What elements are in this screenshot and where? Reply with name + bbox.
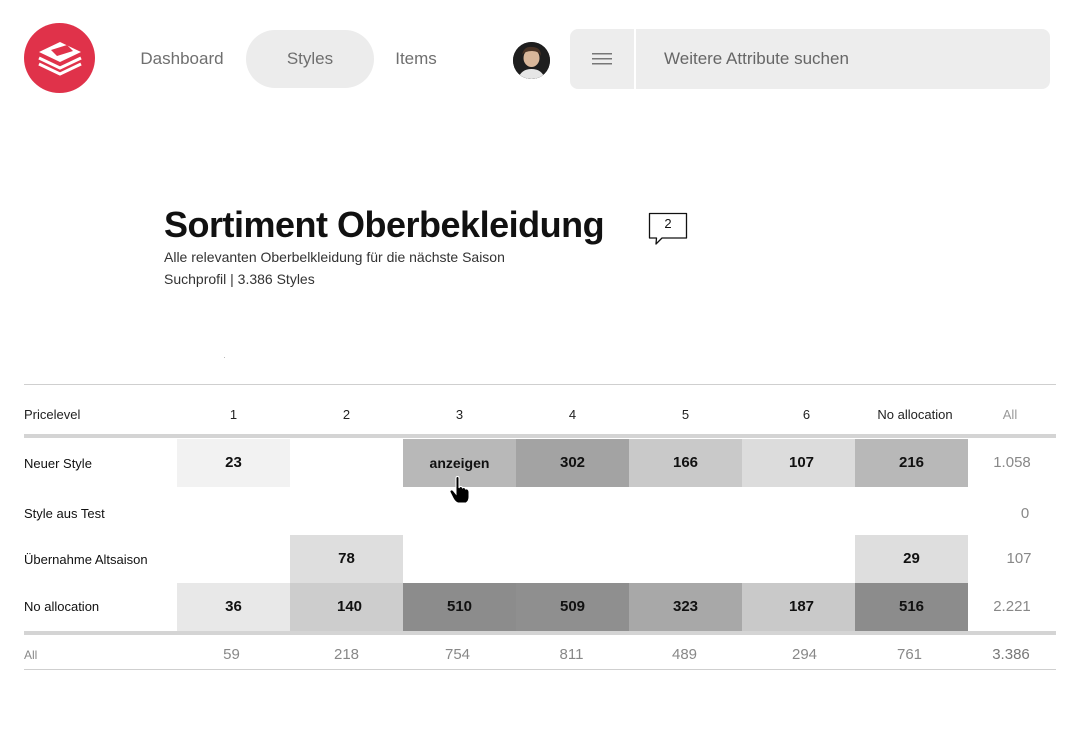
table-cell[interactable]: 516 <box>855 583 968 631</box>
column-total: 294 <box>791 646 818 663</box>
layers-logo-icon <box>37 42 82 76</box>
divider-dot <box>224 357 225 358</box>
search-input[interactable] <box>638 29 1048 89</box>
table-header-divider <box>24 434 1056 438</box>
row-total: 107 <box>1006 550 1032 567</box>
search-bar <box>570 29 1050 89</box>
column-header-3[interactable]: 3 <box>403 405 516 425</box>
nav-styles[interactable]: Styles <box>246 30 374 88</box>
table-cell[interactable]: 216 <box>855 439 968 487</box>
table-cell[interactable]: 323 <box>629 583 742 631</box>
table-rule-top <box>24 384 1056 385</box>
column-header-all: All <box>1002 407 1018 422</box>
row-label-uebernahme-altsaison: Übernahme Altsaison <box>24 552 148 567</box>
column-header-1[interactable]: 1 <box>177 405 290 425</box>
table-cell[interactable] <box>290 439 403 487</box>
row-label-neuer-style: Neuer Style <box>24 456 92 471</box>
table-cell[interactable]: 23 <box>177 439 290 487</box>
table-footer-divider <box>24 631 1056 635</box>
user-avatar[interactable] <box>513 42 550 79</box>
comment-badge[interactable]: 2 <box>648 212 688 246</box>
grand-total: 3.386 <box>992 646 1030 663</box>
table-cell[interactable]: 78 <box>290 535 403 583</box>
table-rule-bottom <box>24 669 1056 670</box>
search-profile-info: Suchprofil | 3.386 Styles <box>164 271 315 287</box>
column-header-4[interactable]: 4 <box>516 405 629 425</box>
show-button-cell[interactable]: anzeigen <box>403 439 516 487</box>
table-cell[interactable]: 140 <box>290 583 403 631</box>
table-cell[interactable]: 166 <box>629 439 742 487</box>
table-cell[interactable]: 107 <box>742 439 855 487</box>
page-title: Sortiment Oberbekleidung <box>164 204 605 245</box>
row-total: 0 <box>1020 505 1030 522</box>
nav-items[interactable]: Items <box>388 30 444 88</box>
column-total: 489 <box>671 646 698 663</box>
nav-dashboard[interactable]: Dashboard <box>132 30 232 88</box>
app-logo[interactable] <box>24 23 95 93</box>
comment-count: 2 <box>664 216 672 231</box>
column-total: 754 <box>444 646 471 663</box>
column-total: 218 <box>333 646 360 663</box>
column-total: 59 <box>223 646 240 663</box>
table-cell[interactable]: 509 <box>516 583 629 631</box>
table-cell[interactable]: 510 <box>403 583 516 631</box>
table-cell[interactable]: 187 <box>742 583 855 631</box>
row-label-style-aus-test: Style aus Test <box>24 506 105 521</box>
menu-button[interactable] <box>570 29 636 89</box>
hamburger-menu-icon <box>592 53 612 65</box>
table-cell[interactable]: 302 <box>516 439 629 487</box>
column-total: 811 <box>559 646 584 663</box>
page-subtitle: Alle relevanten Oberbelkleidung für die … <box>164 249 505 265</box>
column-total: 761 <box>896 646 923 663</box>
table-cell[interactable]: 29 <box>855 535 968 583</box>
row-label-no-allocation: No allocation <box>24 599 100 614</box>
row-total: 1.058 <box>993 454 1031 471</box>
table-cell[interactable]: 36 <box>177 583 290 631</box>
column-header-6[interactable]: 6 <box>750 405 863 425</box>
column-header-pricelevel: Pricelevel <box>24 407 81 422</box>
footer-label-all: All <box>24 648 38 662</box>
column-header-5[interactable]: 5 <box>629 405 742 425</box>
row-total: 2.221 <box>993 598 1031 615</box>
avatar-image <box>513 42 550 79</box>
column-header-2[interactable]: 2 <box>290 405 403 425</box>
column-header-no-allocation[interactable]: No allocation <box>855 405 975 425</box>
